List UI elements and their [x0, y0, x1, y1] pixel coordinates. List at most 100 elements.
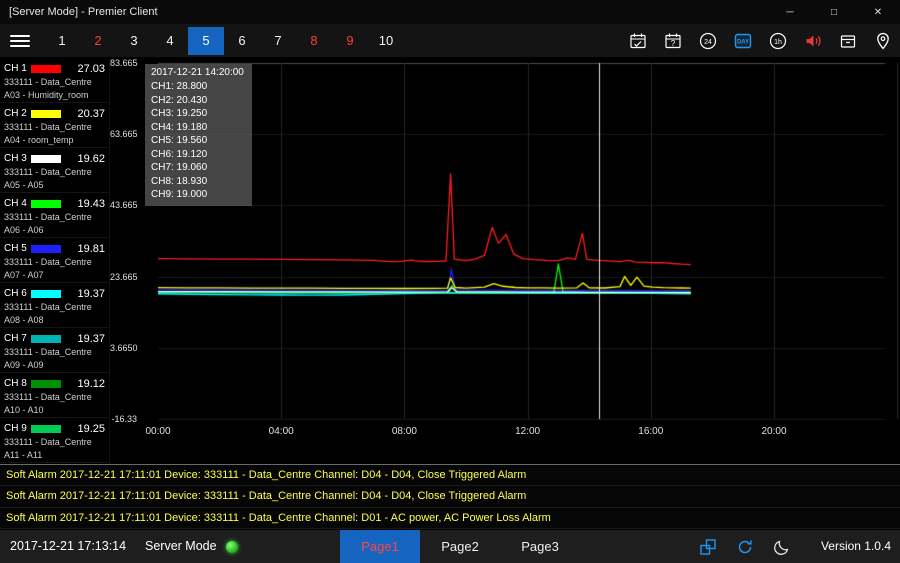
channel-item[interactable]: CH 619.37333111 - Data_CentreA08 - A08	[0, 283, 109, 328]
chart-tooltip: 2017-12-21 14:20:00 CH1: 28.800CH2: 20.4…	[145, 64, 252, 206]
channel-color-swatch	[31, 290, 61, 298]
channel-list: CH 127.03333111 - Data_CentreA03 - Humid…	[0, 58, 110, 464]
channel-id: CH 8	[4, 378, 31, 389]
x-axis-label: 16:00	[638, 426, 663, 437]
y-axis-label: 83.665	[110, 58, 137, 68]
channel-color-swatch	[31, 110, 61, 118]
channel-name: A11 - A11	[4, 449, 105, 462]
channel-item[interactable]: CH 319.62333111 - Data_CentreA05 - A05	[0, 148, 109, 193]
tooltip-row: CH3: 19.250	[151, 107, 244, 121]
page-button-7[interactable]: 7	[260, 27, 296, 55]
channel-item[interactable]: CH 919.25333111 - Data_CentreA11 - A11	[0, 418, 109, 463]
page-number-list: 12345678910	[44, 27, 404, 55]
page-button-6[interactable]: 6	[224, 27, 260, 55]
hours-24-icon[interactable]: 24	[697, 30, 719, 52]
channel-device: 333111 - Data_Centre	[4, 256, 105, 269]
tooltip-row: CH7: 19.060	[151, 161, 244, 175]
x-axis-label: 00:00	[145, 426, 170, 437]
version-label: Version 1.0.4	[821, 530, 891, 563]
day-range-icon[interactable]: DAY	[732, 30, 754, 52]
close-button[interactable]: ✕	[856, 0, 900, 24]
archive-box-icon[interactable]	[837, 30, 859, 52]
channel-id: CH 7	[4, 333, 31, 344]
tab-page2[interactable]: Page2	[420, 530, 500, 563]
page-button-9[interactable]: 9	[332, 27, 368, 55]
toolbar: 12345678910 ?24DAY1h	[0, 24, 900, 58]
window-title: [Server Mode] - Premier Client	[0, 6, 768, 18]
channel-id: CH 4	[4, 198, 31, 209]
channel-color-swatch	[31, 335, 61, 343]
x-axis-label: 04:00	[269, 426, 294, 437]
channel-color-swatch	[31, 155, 61, 163]
alarm-row[interactable]: Soft Alarm 2017-12-21 17:11:01 Device: 3…	[0, 508, 900, 529]
channel-item[interactable]: CH 2 20.37333111 - Data_CentreA04 - room_…	[0, 103, 109, 148]
svg-text:1h: 1h	[774, 39, 782, 46]
toolbar-icon-group: ? 24 DAY 1h	[627, 24, 894, 58]
channel-id: CH 6	[4, 288, 31, 299]
channel-device: 333111 - Data_Centre	[4, 346, 105, 359]
minimize-button[interactable]: ─	[768, 0, 812, 24]
tab-page1[interactable]: Page1	[340, 530, 420, 563]
chart-area: 2017-12-21 14:20:00 CH1: 28.800CH2: 20.4…	[110, 58, 900, 464]
moon-icon[interactable]	[772, 537, 792, 557]
channel-device: 333111 - Data_Centre	[4, 76, 105, 89]
x-axis-label: 08:00	[392, 426, 417, 437]
channel-name: A03 - Humidity_room	[4, 89, 105, 102]
alarm-row[interactable]: Soft Alarm 2017-12-21 17:11:01 Device: 3…	[0, 486, 900, 507]
channel-value: 19.37	[66, 333, 105, 345]
maximize-button[interactable]: □	[812, 0, 856, 24]
main-area: CH 127.03333111 - Data_CentreA03 - Humid…	[0, 58, 900, 465]
channel-value: 19.25	[66, 423, 105, 435]
channel-device: 333111 - Data_Centre	[4, 121, 105, 134]
channel-name: A09 - A09	[4, 359, 105, 372]
channel-id: CH 1	[4, 63, 31, 74]
alarm-sound-icon[interactable]	[802, 30, 824, 52]
channel-value: 19.12	[66, 378, 105, 390]
channel-value: 27.03	[66, 63, 105, 75]
alarm-list: Soft Alarm 2017-12-21 17:11:01 Device: 3…	[0, 465, 900, 529]
channel-name: A04 - room_temp	[4, 134, 105, 147]
app-window: [Server Mode] - Premier Client ─ □ ✕ 123…	[0, 0, 900, 563]
menu-icon[interactable]	[10, 35, 30, 47]
sync-icon[interactable]	[735, 537, 755, 557]
channel-value: 19.43	[66, 198, 105, 210]
channel-item[interactable]: CH 419.43333111 - Data_CentreA06 - A06	[0, 193, 109, 238]
trend-chart[interactable]	[140, 58, 900, 465]
channel-id: CH 2	[4, 108, 31, 119]
tooltip-values: CH1: 28.800CH2: 20.430CH3: 19.250CH4: 19…	[151, 80, 244, 202]
tooltip-timestamp: 2017-12-21 14:20:00	[151, 66, 244, 80]
channel-item[interactable]: CH 519.81333111 - Data_CentreA07 - A07	[0, 238, 109, 283]
y-axis-label: -16.33	[110, 414, 137, 424]
calendar-edit-icon[interactable]	[627, 30, 649, 52]
tab-page3[interactable]: Page3	[500, 530, 580, 563]
page-button-10[interactable]: 10	[368, 27, 404, 55]
server-mode-label: Server Mode	[145, 530, 217, 563]
channel-color-swatch	[31, 380, 61, 388]
alarm-row[interactable]: Soft Alarm 2017-12-21 17:11:01 Device: 3…	[0, 465, 900, 486]
channel-item[interactable]: CH 1 27.03333111 - Data_CentreA03 - Humid…	[0, 58, 109, 103]
svg-text:24: 24	[704, 39, 712, 46]
page-button-2[interactable]: 2	[80, 27, 116, 55]
location-icon[interactable]	[872, 30, 894, 52]
page-button-3[interactable]: 3	[116, 27, 152, 55]
tooltip-row: CH4: 19.180	[151, 121, 244, 135]
page-button-4[interactable]: 4	[152, 27, 188, 55]
channel-item[interactable]: CH 819.12333111 - Data_CentreA10 - A10	[0, 373, 109, 418]
channel-value: 20.37	[66, 108, 105, 120]
y-axis-label: 63.665	[110, 129, 137, 139]
channel-device: 333111 - Data_Centre	[4, 301, 105, 314]
status-datetime: 2017-12-21 17:13:14	[10, 530, 126, 563]
page-button-5[interactable]: 5	[188, 27, 224, 55]
page-button-8[interactable]: 8	[296, 27, 332, 55]
pages-layout-icon[interactable]	[698, 537, 718, 557]
channel-item[interactable]: CH 7 19.37333111 - Data_CentreA09 - A09	[0, 328, 109, 373]
tooltip-row: CH2: 20.430	[151, 94, 244, 108]
tooltip-row: CH1: 28.800	[151, 80, 244, 94]
statusbar: 2017-12-21 17:13:14 Server Mode Page1Pag…	[0, 530, 900, 563]
hour-1-icon[interactable]: 1h	[767, 30, 789, 52]
channel-id: CH 3	[4, 153, 31, 164]
calendar-question-icon[interactable]: ?	[662, 30, 684, 52]
channel-color-swatch	[31, 200, 61, 208]
window-controls: ─ □ ✕	[768, 0, 900, 24]
page-button-1[interactable]: 1	[44, 27, 80, 55]
